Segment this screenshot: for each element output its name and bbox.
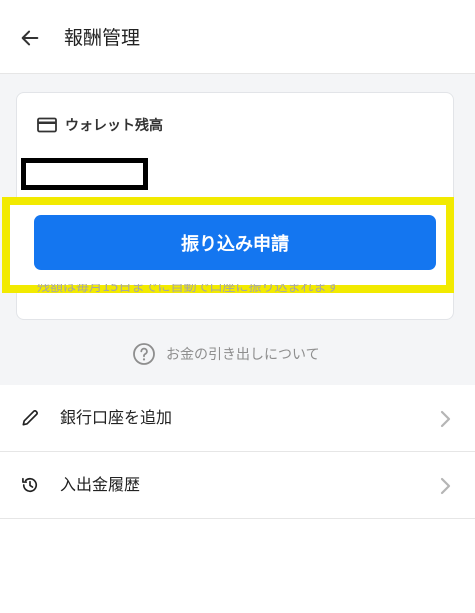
page-title: 報酬管理 [64,27,141,49]
back-button[interactable] [14,22,46,54]
wallet-note-text: 残額は毎月15日までに自動で口座に振り込まれます [37,284,340,295]
pencil-icon [19,407,41,429]
menu-item-label: 入出金履歴 [60,475,141,494]
withdrawal-help-link[interactable]: お金の引き出しについて [132,342,320,366]
chevron-right-icon [439,476,453,496]
question-circle-icon [133,343,155,365]
arrow-left-icon [21,30,39,46]
help-link-label: お金の引き出しについて [166,347,320,363]
menu-list: 銀行口座を追加 入出金履歴 [0,385,475,519]
wallet-note: 残額は毎月15日までに自動で口座に振り込まれます [37,284,437,298]
wallet-title-row: ウォレット残高 [37,115,163,135]
wallet-title: ウォレット残高 [65,118,163,134]
chevron-right-icon [439,409,453,429]
transfer-request-button[interactable]: 振り込み申請 [34,215,436,270]
history-icon [19,474,41,496]
menu-item-add-bank-account[interactable]: 銀行口座を追加 [0,385,475,452]
balance-redaction [21,158,148,190]
app-header: 報酬管理 [0,0,475,74]
credit-card-icon [37,117,57,133]
menu-item-transaction-history[interactable]: 入出金履歴 [0,452,475,519]
menu-item-label: 銀行口座を追加 [60,408,173,427]
